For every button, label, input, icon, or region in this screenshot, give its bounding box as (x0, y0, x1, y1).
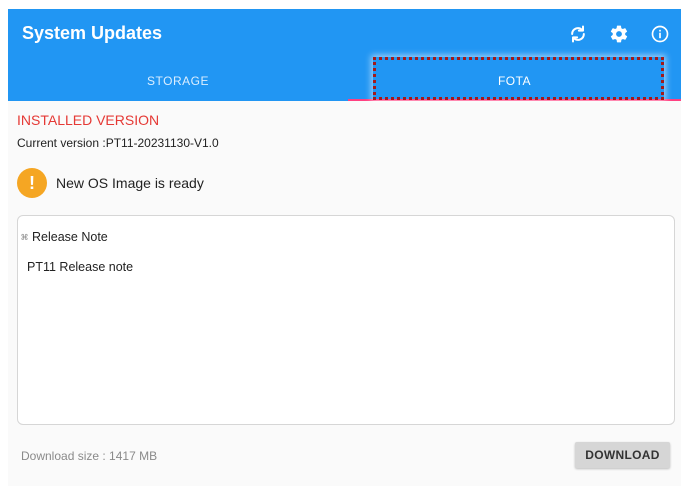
release-notes-title: Release Note (32, 230, 108, 244)
app-bar: System Updates STORAGE FOTA (8, 9, 681, 101)
warning-icon: ! (17, 168, 47, 198)
tab-fota[interactable]: FOTA (348, 61, 681, 101)
tab-storage[interactable]: STORAGE (8, 61, 348, 101)
info-button[interactable] (648, 22, 672, 46)
info-icon (651, 25, 669, 43)
release-notes-body: PT11 Release note (27, 260, 134, 274)
current-version-text: Current version :PT11-20231130-V1.0 (17, 136, 219, 150)
download-size-text: Download size : 1417 MB (21, 449, 158, 463)
refresh-icon (571, 25, 585, 43)
tab-storage-label: STORAGE (147, 74, 209, 88)
tab-indicator (348, 99, 681, 101)
release-notes-heading: ⌘ Release Note (20, 230, 108, 244)
app-title: System Updates (22, 23, 163, 43)
broken-image-icon: ⌘ (20, 232, 29, 242)
installed-version-heading: INSTALLED VERSION (17, 112, 160, 128)
screenshot-frame: System Updates STORAGE FOTA INSTALLED VE… (0, 0, 681, 486)
update-ready-message: New OS Image is ready (56, 175, 204, 191)
refresh-button[interactable] (566, 22, 590, 46)
device-screen: System Updates STORAGE FOTA INSTALLED VE… (8, 9, 681, 486)
gear-icon (610, 25, 628, 43)
release-notes-panel[interactable]: ⌘ Release Note PT11 Release note (17, 215, 675, 425)
tab-fota-label: FOTA (497, 74, 532, 88)
download-button[interactable]: DOWNLOAD (575, 442, 670, 468)
settings-button[interactable] (607, 22, 631, 46)
